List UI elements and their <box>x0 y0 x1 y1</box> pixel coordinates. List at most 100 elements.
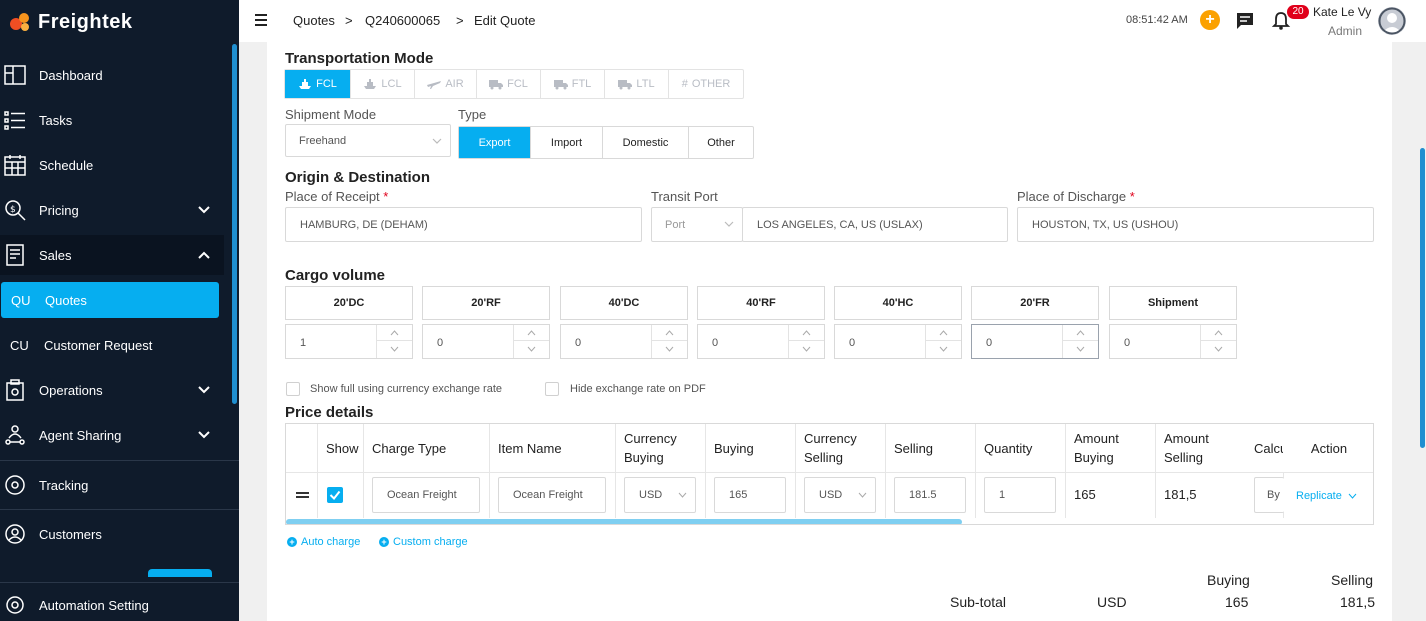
sidebar-item-tracking[interactable]: Tracking <box>0 465 224 505</box>
tasks-icon <box>4 111 25 130</box>
agent-sharing-icon <box>5 425 25 445</box>
increment-button[interactable] <box>1063 325 1098 341</box>
qty-20rf-input[interactable]: 0 <box>422 324 550 359</box>
mode-ltl[interactable]: LTL <box>605 70 669 98</box>
checkmark-icon <box>329 490 341 501</box>
item-name-input[interactable]: Ocean Freight <box>498 477 606 513</box>
breadcrumb-quotes[interactable]: Quotes <box>293 13 335 28</box>
type-other[interactable]: Other <box>689 127 753 158</box>
app-logo[interactable]: Freightek <box>8 8 133 36</box>
subtotal-currency: USD <box>1097 594 1127 610</box>
increment-button[interactable] <box>514 325 549 341</box>
sidebar-scrollbar[interactable] <box>232 44 237 404</box>
buying-input[interactable]: 165 <box>714 477 786 513</box>
increment-button[interactable] <box>926 325 961 341</box>
mode-ftl[interactable]: FTL <box>541 70 605 98</box>
sidebar-item-label: Automation Setting <box>39 597 149 613</box>
container-40rf-header: 40'RF <box>697 286 825 320</box>
mode-label: AIR <box>445 78 464 90</box>
sidebar-item-pricing[interactable]: $ Pricing <box>0 190 224 230</box>
show-checkbox[interactable] <box>327 487 343 503</box>
decrement-button[interactable] <box>514 341 549 357</box>
auto-charge-link[interactable]: + Auto charge <box>287 536 360 548</box>
mode-fcl-truck[interactable]: FCL <box>477 70 541 98</box>
breadcrumb-quote-id[interactable]: Q240600065 <box>365 13 440 28</box>
plane-icon <box>427 80 442 89</box>
custom-charge-link[interactable]: + Custom charge <box>379 536 468 548</box>
svg-text:$: $ <box>10 205 16 215</box>
qty-shipment-input[interactable]: 0 <box>1109 324 1237 359</box>
qty-40hc-input[interactable]: 0 <box>834 324 962 359</box>
sidebar-item-sales[interactable]: Sales <box>0 235 224 275</box>
mode-fcl-sea[interactable]: FCL <box>285 70 351 98</box>
tracking-icon <box>5 475 25 495</box>
shipment-mode-select[interactable]: Freehand <box>285 124 451 157</box>
chevron-up-icon <box>1076 329 1085 335</box>
chevron-up-icon <box>527 329 536 335</box>
replicate-action-dropdown[interactable]: Replicate <box>1284 473 1373 519</box>
amount-buying-value: 165 <box>1074 487 1096 502</box>
hide-rate-checkbox[interactable] <box>545 382 559 396</box>
selling-input[interactable]: 181.5 <box>894 477 966 513</box>
qty-20fr-input[interactable]: 0 <box>971 324 1099 359</box>
drag-handle-icon[interactable] <box>296 492 309 498</box>
truck-icon <box>553 79 568 89</box>
charge-type-input[interactable]: Ocean Freight <box>372 477 480 513</box>
sidebar-item-tasks[interactable]: Tasks <box>0 100 224 140</box>
qty-20dc-input[interactable]: 1 <box>285 324 413 359</box>
sidebar-item-operations[interactable]: Operations <box>0 370 224 410</box>
decrement-button[interactable] <box>1201 341 1236 357</box>
increment-button[interactable] <box>377 325 412 341</box>
user-name[interactable]: Kate Le Vy <box>1313 5 1371 19</box>
decrement-button[interactable] <box>789 341 824 357</box>
qty-40rf-input[interactable]: 0 <box>697 324 825 359</box>
type-import[interactable]: Import <box>531 127 603 158</box>
qty-40dc-input[interactable]: 0 <box>560 324 688 359</box>
mode-lcl[interactable]: LCL <box>351 70 415 98</box>
avatar[interactable] <box>1378 7 1406 35</box>
sidebar-item-label: Dashboard <box>39 67 103 83</box>
transit-type-select[interactable]: Port <box>651 207 743 242</box>
plus-circle-icon: + <box>379 537 389 547</box>
sidebar-subitem-customer-request[interactable]: CU Customer Request <box>0 327 220 363</box>
chevron-down-icon <box>724 221 734 227</box>
currency-selling-select[interactable]: USD <box>804 477 876 513</box>
sidebar-subitem-quotes[interactable]: QU Quotes <box>1 282 219 318</box>
table-horizontal-scrollbar[interactable] <box>286 519 962 524</box>
mode-label: FCL <box>316 78 337 90</box>
place-of-discharge-input[interactable]: HOUSTON, TX, US (USHOU) <box>1017 207 1374 242</box>
sidebar-item-schedule[interactable]: Schedule <box>0 145 224 185</box>
sidebar-item-customers[interactable]: Customers <box>0 514 224 554</box>
mode-air[interactable]: AIR <box>415 70 477 98</box>
type-domestic[interactable]: Domestic <box>603 127 689 158</box>
increment-button[interactable] <box>789 325 824 341</box>
dashboard-icon <box>4 65 26 85</box>
sidebar-item-automation-setting[interactable]: Automation Setting <box>0 585 239 621</box>
decrement-button[interactable] <box>1063 341 1098 357</box>
page-scrollbar[interactable] <box>1420 148 1425 448</box>
decrement-button[interactable] <box>652 341 687 357</box>
price-details-table: Show Charge Type Item Name Currency Buyi… <box>285 423 1374 525</box>
decrement-button[interactable] <box>377 341 412 357</box>
transit-port-input[interactable]: LOS ANGELES, CA, US (USLAX) <box>742 207 1008 242</box>
sidebar-item-agent-sharing[interactable]: Agent Sharing <box>0 415 224 455</box>
place-of-receipt-input[interactable]: HAMBURG, DE (DEHAM) <box>285 207 642 242</box>
currency-buying-select[interactable]: USD <box>624 477 696 513</box>
chevron-down-icon <box>939 346 948 352</box>
transit-type-value: Port <box>665 218 686 231</box>
sidebar-divider <box>0 509 239 510</box>
sidebar-item-dashboard[interactable]: Dashboard <box>0 55 224 95</box>
plus-circle-icon: + <box>287 537 297 547</box>
menu-icon[interactable] <box>253 12 269 28</box>
col-header-amount-buying: Amount Buying <box>1074 431 1119 465</box>
mode-other[interactable]: # OTHER <box>669 70 743 98</box>
decrement-button[interactable] <box>926 341 961 357</box>
increment-button[interactable] <box>652 325 687 341</box>
type-export[interactable]: Export <box>459 127 531 158</box>
quantity-input[interactable]: 1 <box>984 477 1056 513</box>
add-button[interactable]: + <box>1200 10 1220 30</box>
show-full-checkbox[interactable] <box>286 382 300 396</box>
chat-icon[interactable] <box>1235 11 1255 31</box>
calculation-select[interactable]: By <box>1254 477 1284 513</box>
increment-button[interactable] <box>1201 325 1236 341</box>
